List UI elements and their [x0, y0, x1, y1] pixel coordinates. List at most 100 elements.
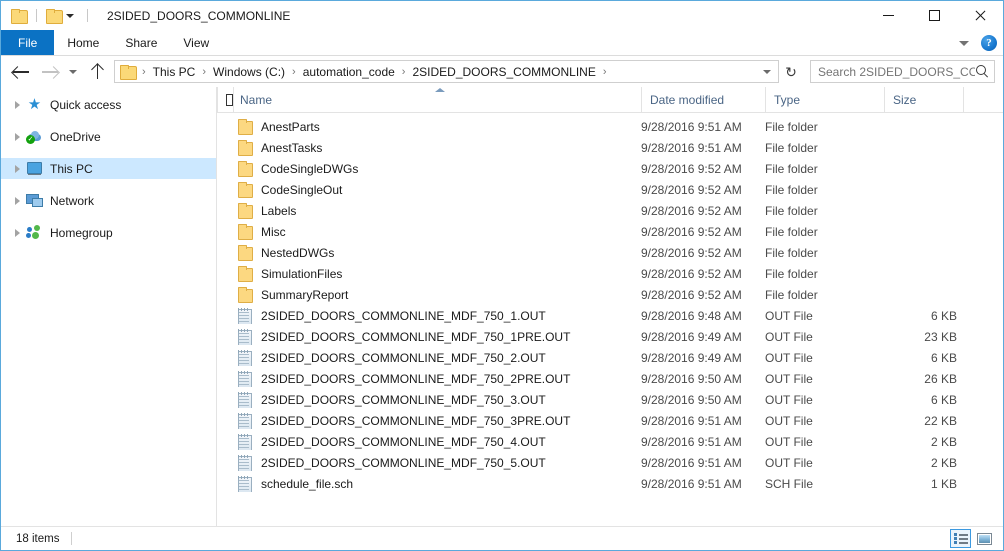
expand-arrow-button[interactable]	[9, 196, 26, 205]
breadcrumb-dropdown-button[interactable]	[758, 69, 776, 74]
cell-date-modified: 9/28/2016 9:51 AM	[641, 476, 742, 491]
sidebar-item-this-pc[interactable]: This PC	[1, 158, 216, 179]
toolbar-divider-2	[87, 9, 88, 22]
cell-type: OUT File	[765, 392, 813, 407]
folder-icon	[237, 160, 253, 177]
recent-locations-button[interactable]	[63, 59, 83, 85]
expand-arrow-button[interactable]	[9, 228, 26, 237]
table-row[interactable]: 2SIDED_DOORS_COMMONLINE_MDF_750_1PRE.OUT…	[217, 326, 1003, 347]
column-header-empty[interactable]	[963, 87, 1003, 112]
cell-name: Misc	[217, 223, 641, 240]
breadcrumb-item-automation-code[interactable]: automation_code	[300, 65, 398, 79]
table-row[interactable]: 2SIDED_DOORS_COMMONLINE_MDF_750_5.OUT 9/2…	[217, 452, 1003, 473]
table-row[interactable]: 2SIDED_DOORS_COMMONLINE_MDF_750_2PRE.OUT…	[217, 368, 1003, 389]
homegroup-icon	[26, 224, 43, 241]
cell-date-modified: 9/28/2016 9:50 AM	[641, 392, 742, 407]
column-header-type[interactable]: Type	[765, 87, 884, 112]
minimize-button[interactable]	[865, 1, 911, 30]
cell-size: 23 KB	[924, 329, 957, 344]
breadcrumb-separator: ›	[602, 65, 607, 78]
expand-arrow-button[interactable]	[9, 100, 26, 109]
cell-type: File folder	[765, 203, 818, 218]
breadcrumb-item-current-folder[interactable]: 2SIDED_DOORS_COMMONLINE	[409, 65, 598, 79]
table-row[interactable]: CodeSingleOut 9/28/2016 9:52 AM File folde…	[217, 179, 1003, 200]
breadcrumb-item-this-pc[interactable]: This PC	[150, 65, 199, 79]
tab-view[interactable]: View	[170, 30, 222, 55]
cell-date-modified: 9/28/2016 9:51 AM	[641, 140, 742, 155]
table-row[interactable]: 2SIDED_DOORS_COMMONLINE_MDF_750_4.OUT 9/2…	[217, 431, 1003, 452]
window-controls	[865, 1, 1003, 30]
folder-icon	[120, 64, 137, 80]
expand-ribbon-icon[interactable]	[959, 40, 969, 46]
breadcrumb[interactable]: › This PC › Windows (C:) › automation_co…	[114, 60, 779, 83]
refresh-button[interactable]: ↻	[779, 60, 803, 83]
breadcrumb-separator: ›	[142, 65, 146, 78]
expand-arrow-button[interactable]	[9, 164, 26, 173]
spiral-binding	[238, 475, 250, 479]
table-row[interactable]: 2SIDED_DOORS_COMMONLINE_MDF_750_3PRE.OUT…	[217, 410, 1003, 431]
folder-icon	[11, 8, 28, 24]
tab-home[interactable]: Home	[54, 30, 112, 55]
sidebar-item-onedrive[interactable]: ✓ OneDrive	[1, 126, 216, 147]
tab-share[interactable]: Share	[112, 30, 170, 55]
properties-folder-icon[interactable]	[46, 8, 63, 24]
up-button[interactable]	[83, 59, 111, 85]
column-header-date-modified[interactable]: Date modified	[641, 87, 765, 112]
breadcrumb-separator: ›	[401, 65, 406, 78]
table-row[interactable]: schedule_file.sch 9/28/2016 9:51 AM SCH Fi…	[217, 473, 1003, 494]
sidebar-item-label: OneDrive	[50, 129, 101, 144]
sidebar-item-quick-access[interactable]: ★ Quick access	[1, 94, 216, 115]
table-row[interactable]: Labels 9/28/2016 9:52 AM File folder	[217, 200, 1003, 221]
search-input[interactable]	[818, 64, 975, 79]
network-icon	[26, 193, 43, 209]
cell-size: 22 KB	[924, 413, 957, 428]
table-row[interactable]: SimulationFiles 9/28/2016 9:52 AM File fol…	[217, 263, 1003, 284]
table-row[interactable]: AnestTasks 9/28/2016 9:51 AM File folder	[217, 137, 1003, 158]
table-row[interactable]: 2SIDED_DOORS_COMMONLINE_MDF_750_2.OUT 9/2…	[217, 347, 1003, 368]
maximize-icon	[928, 10, 940, 21]
minimize-icon	[882, 15, 894, 16]
table-row[interactable]: NestedDWGs 9/28/2016 9:52 AM File folder	[217, 242, 1003, 263]
table-row[interactable]: 2SIDED_DOORS_COMMONLINE_MDF_750_1.OUT 9/2…	[217, 305, 1003, 326]
table-row[interactable]: 2SIDED_DOORS_COMMONLINE_MDF_750_3.OUT 9/2…	[217, 389, 1003, 410]
large-icons-view-button[interactable]	[974, 529, 995, 548]
table-row[interactable]: AnestParts 9/28/2016 9:51 AM File folder	[217, 116, 1003, 137]
forward-button[interactable]	[35, 59, 63, 85]
cell-type: File folder	[765, 245, 818, 260]
cell-type: OUT File	[765, 308, 813, 323]
folder-icon	[237, 265, 253, 282]
tab-file[interactable]: File	[1, 30, 55, 55]
folder-icon	[237, 244, 253, 261]
close-button[interactable]	[957, 1, 1003, 30]
item-name-label: AnestTasks	[261, 140, 323, 155]
breadcrumb-item-windows-c[interactable]: Windows (C:)	[210, 65, 288, 79]
text-file-icon	[237, 391, 253, 408]
table-row[interactable]: Misc 9/28/2016 9:52 AM File folder	[217, 221, 1003, 242]
cell-date-modified: 9/28/2016 9:50 AM	[641, 371, 742, 386]
customize-toolbar-button[interactable]	[62, 7, 78, 25]
folder-icon	[237, 139, 253, 156]
view-mode-buttons	[950, 529, 995, 548]
table-row[interactable]: SummaryReport 9/28/2016 9:52 AM File folde…	[217, 284, 1003, 305]
explorer-body: ★ Quick access ✓ OneDrive This PC Networ…	[1, 87, 1003, 526]
select-all-checkbox[interactable]	[217, 87, 233, 112]
cell-date-modified: 9/28/2016 9:52 AM	[641, 182, 742, 197]
column-header-size[interactable]: Size	[884, 87, 963, 112]
sidebar-item-network[interactable]: Network	[1, 190, 216, 211]
cell-type: File folder	[765, 140, 818, 155]
cell-type: SCH File	[765, 476, 814, 491]
cell-name: AnestTasks	[217, 139, 641, 156]
item-name-label: 2SIDED_DOORS_COMMONLINE_MDF_750_2PRE.OUT	[261, 371, 571, 386]
folder-icon	[237, 286, 253, 303]
back-button[interactable]	[7, 59, 35, 85]
help-icon[interactable]: ?	[981, 35, 997, 51]
table-row[interactable]: CodeSingleDWGs 9/28/2016 9:52 AM File fold…	[217, 158, 1003, 179]
item-name-label: 2SIDED_DOORS_COMMONLINE_MDF_750_1.OUT	[261, 308, 546, 323]
details-view-button[interactable]	[950, 529, 971, 548]
expand-arrow-button[interactable]	[9, 132, 26, 141]
item-name-label: 2SIDED_DOORS_COMMONLINE_MDF_750_1PRE.OUT	[261, 329, 571, 344]
search-box[interactable]	[810, 60, 995, 83]
search-icon[interactable]	[975, 64, 990, 79]
maximize-button[interactable]	[911, 1, 957, 30]
sidebar-item-homegroup[interactable]: Homegroup	[1, 222, 216, 243]
